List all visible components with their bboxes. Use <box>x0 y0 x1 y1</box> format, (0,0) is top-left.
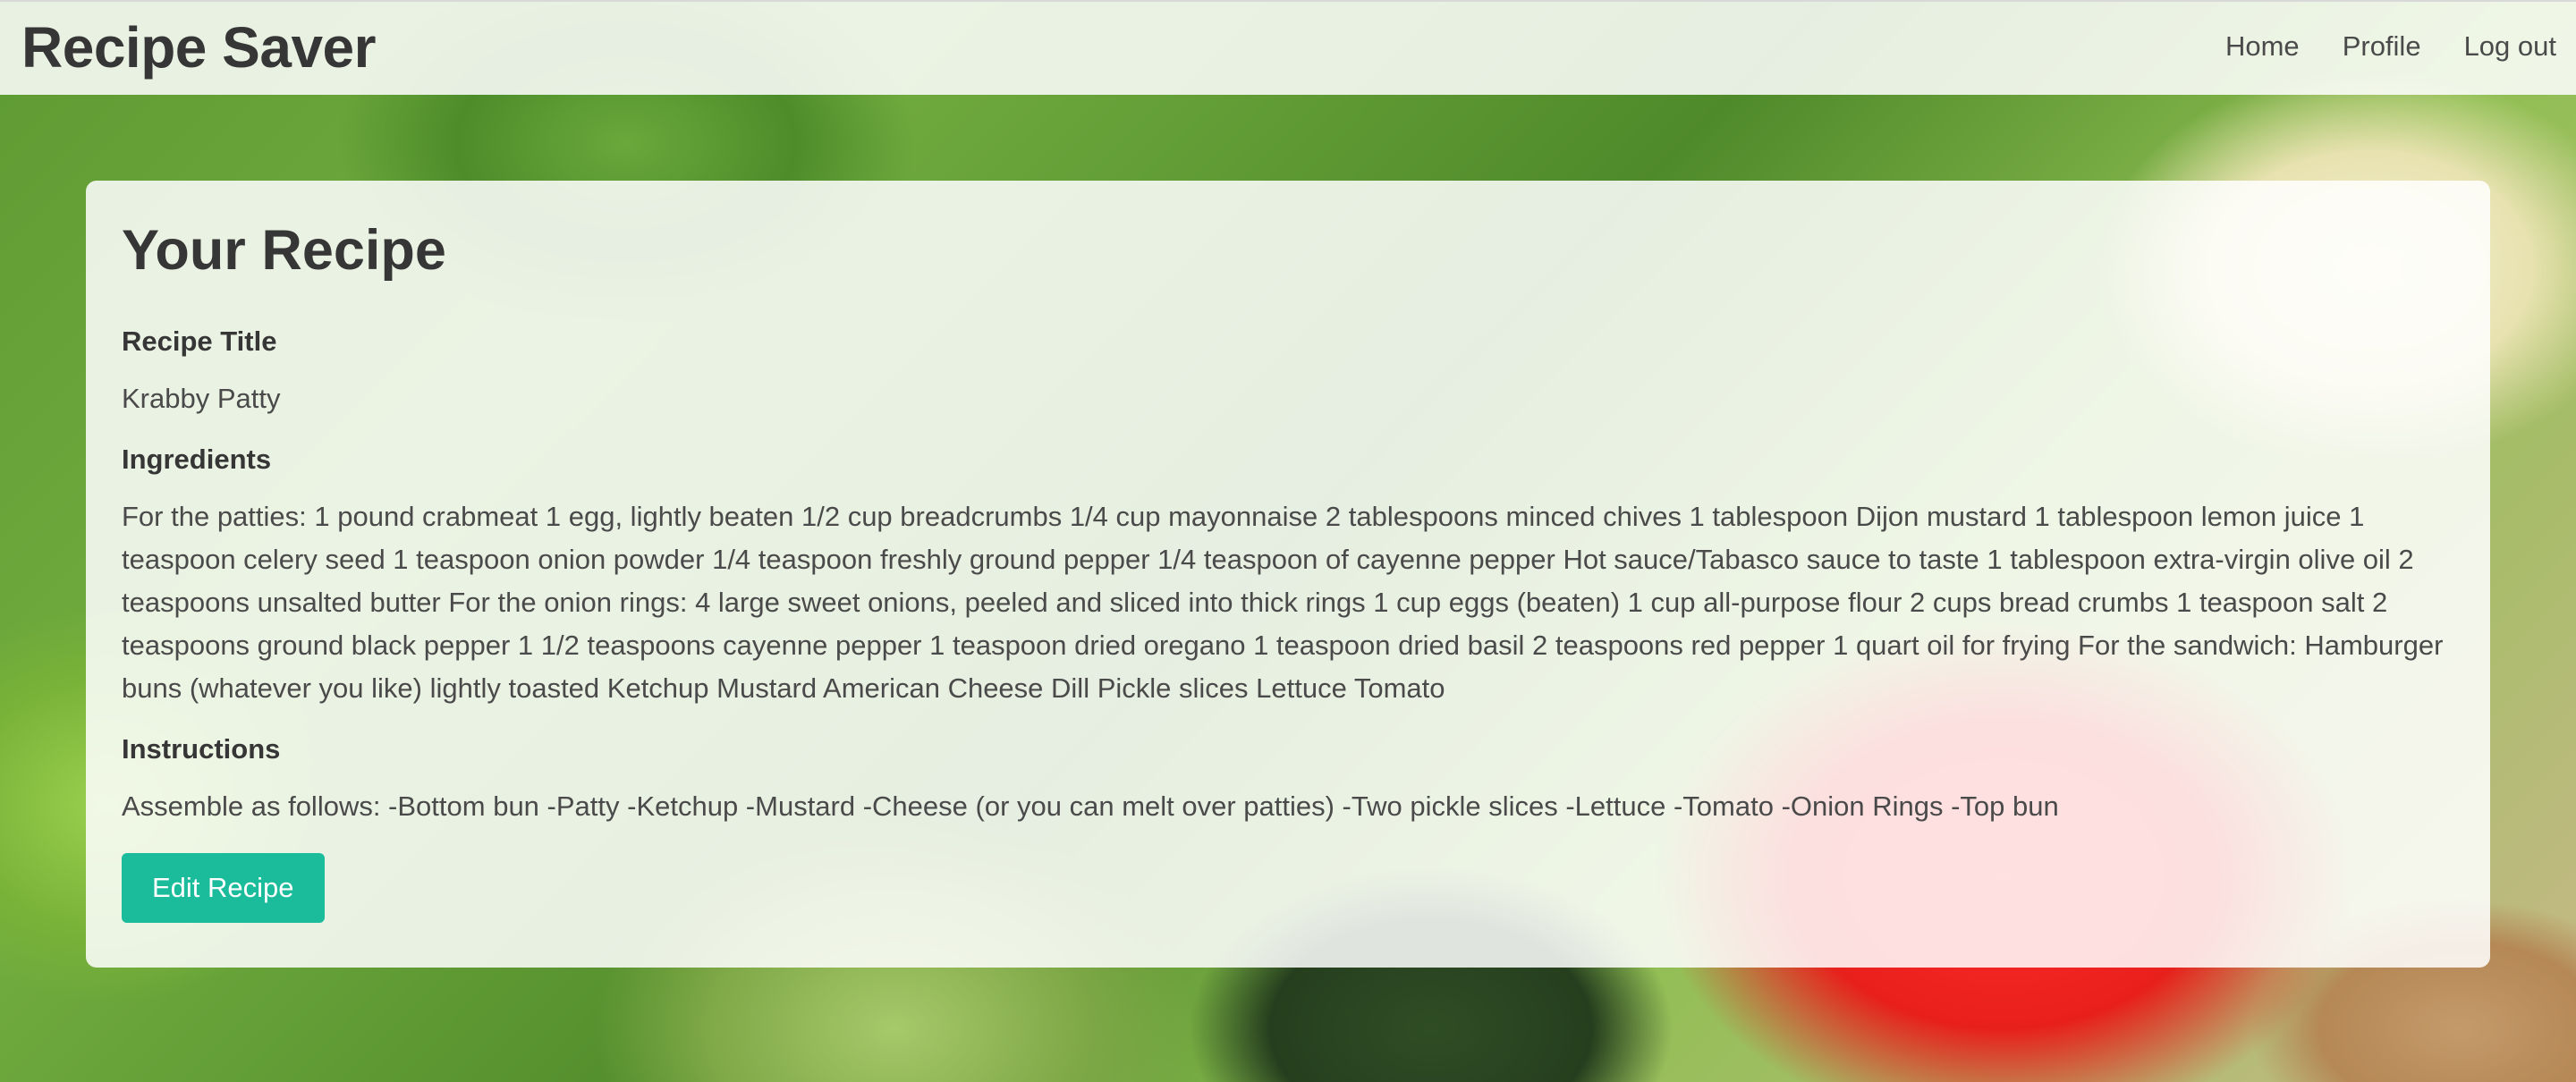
instructions-value: Assemble as follows: -Bottom bun -Patty … <box>122 790 2059 822</box>
recipe-title-value: Krabby Patty <box>122 383 281 414</box>
brand-title[interactable]: Recipe Saver <box>21 14 377 80</box>
page-title: Your Recipe <box>122 219 446 282</box>
ingredients-value: For the patties: 1 pound crabmeat 1 egg,… <box>122 501 2444 704</box>
nav-link-logout[interactable]: Log out <box>2464 30 2556 63</box>
nav-link-profile[interactable]: Profile <box>2343 30 2421 63</box>
nav-links: Home Profile Log out <box>2204 2 2576 91</box>
instructions-label: Instructions <box>122 733 281 765</box>
edit-recipe-button[interactable]: Edit Recipe <box>122 853 325 923</box>
top-navbar: Recipe Saver Home Profile Log out <box>0 0 2576 95</box>
ingredients-label: Ingredients <box>122 444 272 475</box>
recipe-title-label: Recipe Title <box>122 325 277 357</box>
nav-link-home[interactable]: Home <box>2225 30 2300 63</box>
recipe-card: Your Recipe Recipe Title Krabby Patty In… <box>86 181 2490 968</box>
